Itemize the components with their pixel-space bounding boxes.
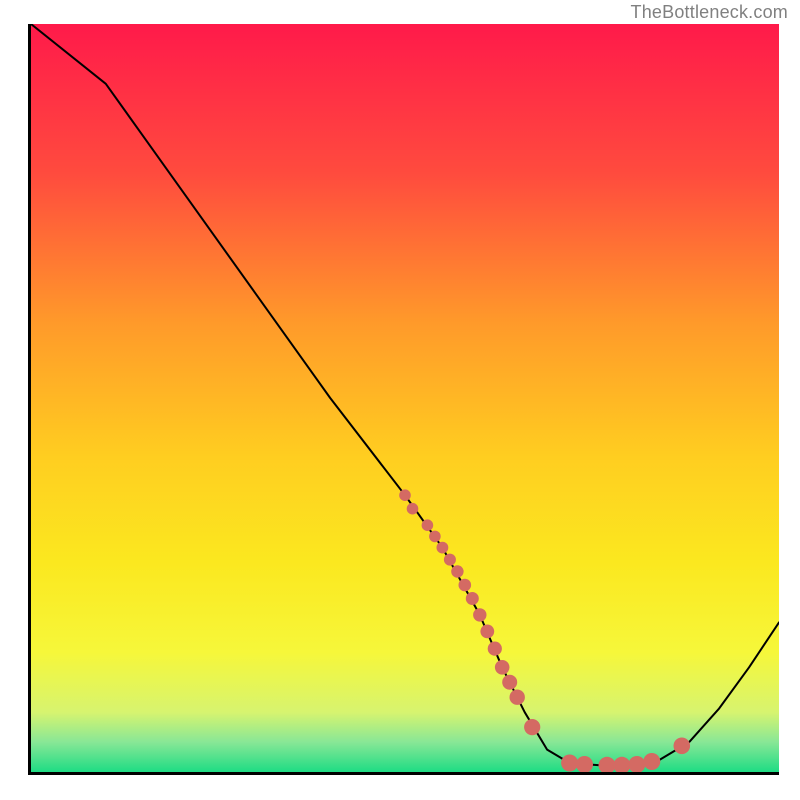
watermark-label: TheBottleneck.com	[631, 2, 788, 23]
data-point	[628, 756, 645, 772]
data-point	[480, 625, 494, 639]
data-point	[399, 489, 411, 501]
data-point	[502, 675, 517, 690]
data-point	[674, 738, 691, 755]
data-point	[451, 565, 463, 577]
data-point	[510, 690, 525, 705]
data-point	[429, 531, 441, 543]
data-point	[643, 753, 660, 770]
chart-area	[28, 24, 779, 775]
data-markers	[399, 489, 690, 772]
data-point	[459, 579, 472, 592]
data-point	[524, 719, 540, 735]
data-point	[466, 592, 479, 605]
chart-wrapper: TheBottleneck.com	[0, 0, 800, 800]
data-point	[437, 542, 449, 554]
data-point	[422, 519, 434, 531]
data-point	[561, 755, 578, 772]
data-point	[488, 642, 502, 656]
data-point	[495, 660, 510, 675]
data-point	[576, 756, 593, 772]
bottleneck-curve	[31, 24, 779, 765]
data-point	[473, 608, 486, 621]
data-point	[613, 757, 630, 772]
chart-plot	[31, 24, 779, 772]
data-point	[407, 503, 419, 515]
data-point	[444, 554, 456, 566]
data-point	[599, 757, 616, 772]
